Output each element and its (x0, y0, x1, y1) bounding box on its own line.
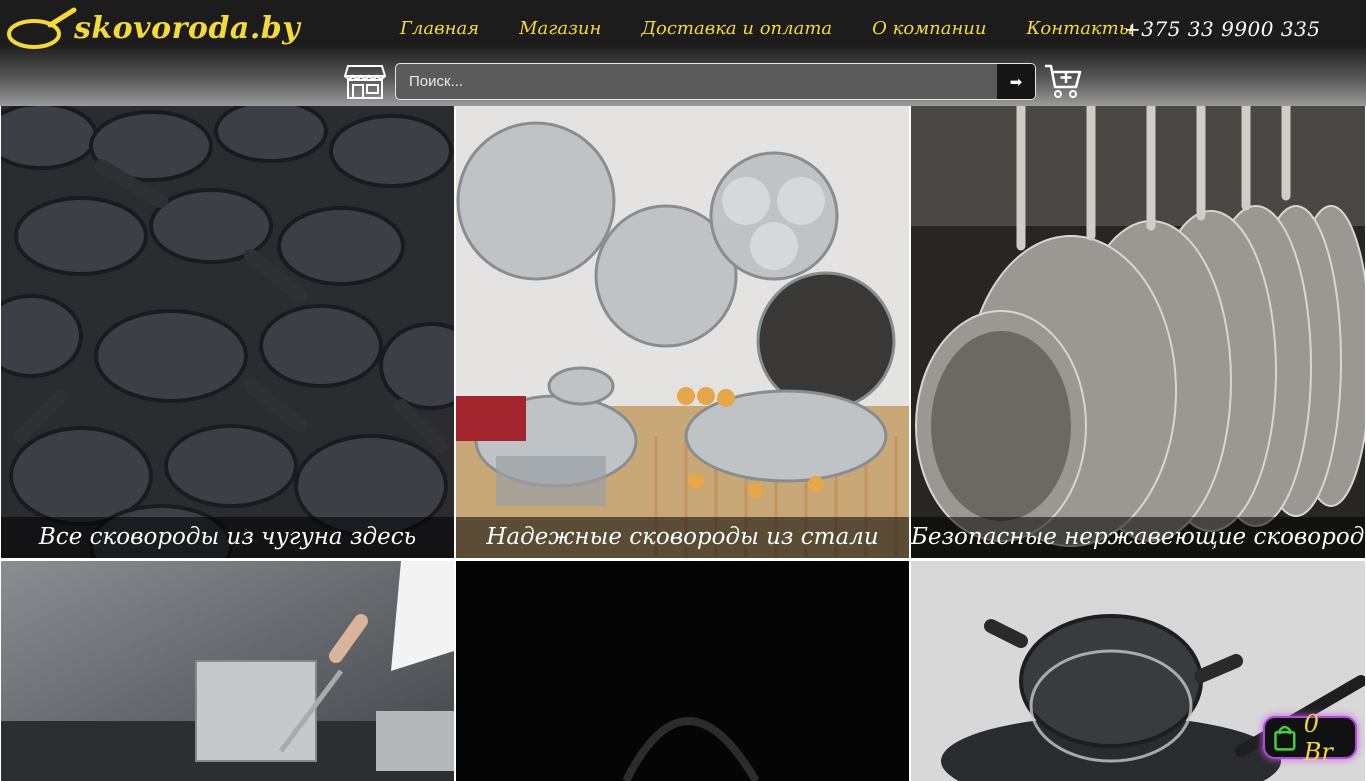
shopping-bag-icon (1274, 725, 1296, 751)
search-bar: ➡ (395, 63, 1036, 100)
phone-number[interactable]: +375 33 9900 335 (1124, 17, 1321, 41)
category-grid: Все сковороды из чугуна здесь Надежные с… (0, 106, 1366, 781)
category-tile-steel[interactable]: Надежные сковороды из стали (456, 106, 909, 558)
cart-add-icon[interactable] (1044, 63, 1082, 99)
pan-logo-icon (7, 7, 77, 49)
cart-total: 0 Br (1303, 709, 1333, 766)
main-nav: Главная Магазин Доставка и оплата О комп… (400, 18, 1173, 39)
stainless-pans-image (911, 106, 1365, 558)
floating-cart-widget[interactable]: 0 Br (1263, 710, 1357, 766)
nav-item-about[interactable]: О компании (872, 18, 986, 39)
search-input[interactable] (396, 64, 997, 99)
professional-kitchen-image (1, 561, 454, 781)
category-tile-wok[interactable] (456, 561, 909, 781)
logo-text: skovoroda.by (74, 10, 301, 46)
category-caption: Безопасные нержавеющие сковороды (911, 517, 1365, 558)
steel-pans-image (456, 106, 909, 558)
store-icon[interactable] (344, 64, 386, 100)
category-caption: Все сковороды из чугуна здесь (1, 517, 454, 558)
category-tile-cast-iron[interactable]: Все сковороды из чугуна здесь (1, 106, 454, 558)
search-button[interactable]: ➡ (997, 64, 1035, 99)
category-tile-kitchen[interactable] (1, 561, 454, 781)
nav-item-home[interactable]: Главная (400, 18, 479, 39)
cast-iron-pans-image (1, 106, 454, 558)
nav-item-delivery[interactable]: Доставка и оплата (641, 18, 832, 39)
category-caption: Надежные сковороды из стали (456, 517, 909, 558)
site-header: skovoroda.by Главная Магазин Доставка и … (0, 0, 1366, 106)
category-tile-stainless[interactable]: Безопасные нержавеющие сковороды (911, 106, 1365, 558)
nav-item-shop[interactable]: Магазин (519, 18, 601, 39)
logo[interactable]: skovoroda.by (6, 6, 300, 50)
nav-item-contacts[interactable]: Контакты (1027, 18, 1134, 39)
dark-wok-image (456, 561, 909, 781)
